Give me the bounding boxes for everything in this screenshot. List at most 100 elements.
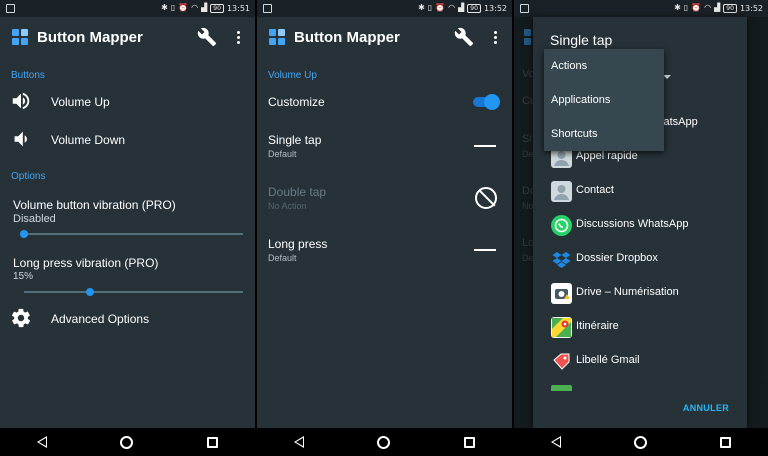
wrench-icon[interactable] xyxy=(197,27,217,47)
gear-icon xyxy=(11,308,31,328)
notification-icon xyxy=(263,4,272,13)
menu-item-actions[interactable]: Actions xyxy=(551,60,587,72)
gmail-label-icon xyxy=(551,351,572,372)
customize-label: Customize xyxy=(268,95,325,109)
app-item-drive-numerisation[interactable]: Drive – Numérisation xyxy=(551,279,741,307)
battery-icon: 90 xyxy=(467,3,481,13)
volume-up-label: Volume Up xyxy=(51,95,110,109)
app-name: Dossier Dropbox xyxy=(576,252,658,264)
menu-item-shortcuts[interactable]: Shortcuts xyxy=(551,128,597,140)
volume-up-row[interactable]: Volume Up xyxy=(0,90,255,114)
section-options-header: Options xyxy=(11,171,46,182)
app-logo-icon xyxy=(269,29,285,45)
customize-toggle[interactable] xyxy=(473,94,500,110)
app-title: Button Mapper xyxy=(294,29,400,46)
vibration-slider[interactable] xyxy=(20,230,243,238)
double-tap-row[interactable]: Double tap No Action xyxy=(257,180,512,216)
cancel-button[interactable]: ANNULER xyxy=(683,403,729,413)
single-tap-label: Single tap xyxy=(268,133,322,147)
status-bar: ✱ ▯ ⏰ ◠ ▟ 90 13:52 xyxy=(257,0,512,17)
volume-down-icon xyxy=(14,131,27,147)
vibration-value: Disabled xyxy=(13,213,56,225)
clock: 13:52 xyxy=(739,3,763,13)
drive-scan-icon xyxy=(551,283,572,304)
app-name: Appel rapide xyxy=(576,150,638,162)
alarm-icon: ⏰ xyxy=(178,3,189,12)
longpress-slider-thumb[interactable] xyxy=(85,288,94,296)
volume-down-row[interactable]: Volume Down xyxy=(0,128,255,152)
bluetooth-icon: ✱ xyxy=(161,3,168,12)
app-item-dossier-dropbox[interactable]: Dossier Dropbox xyxy=(551,245,741,273)
back-icon[interactable] xyxy=(550,436,561,448)
vibration-slider-thumb[interactable] xyxy=(20,230,28,238)
home-icon[interactable] xyxy=(377,435,391,449)
app-name: Itinéraire xyxy=(576,320,619,332)
vibrate-icon: ▯ xyxy=(170,3,176,12)
dialog-title: Single tap xyxy=(550,32,613,48)
dash-icon xyxy=(474,249,496,251)
notification-icon xyxy=(6,4,15,13)
dropbox-icon xyxy=(551,249,572,270)
back-icon[interactable] xyxy=(36,436,47,448)
bluetooth-icon: ✱ xyxy=(418,3,425,12)
wifi-icon: ◠ xyxy=(448,3,456,12)
overflow-menu-icon[interactable] xyxy=(233,27,243,47)
app-title: Button Mapper xyxy=(37,29,143,46)
app-name: Discussions WhatsApp xyxy=(576,218,689,230)
longpress-vibration-value: 15% xyxy=(13,271,34,282)
app-name: Libellé Gmail xyxy=(576,354,640,366)
recents-icon[interactable] xyxy=(464,436,476,448)
section-buttons-header: Buttons xyxy=(11,70,45,81)
toolbar: Button Mapper xyxy=(0,17,255,59)
toolbar: Button Mapper xyxy=(257,17,512,59)
dash-icon xyxy=(474,145,496,147)
battery-icon: 90 xyxy=(210,3,224,13)
app-logo-icon xyxy=(12,29,28,45)
home-icon[interactable] xyxy=(120,435,134,449)
nav-bar xyxy=(0,428,255,456)
advanced-options-label: Advanced Options xyxy=(51,312,150,326)
nav-bar xyxy=(257,428,512,456)
wrench-icon[interactable] xyxy=(454,27,474,47)
signal-icon: ▟ xyxy=(458,3,465,12)
double-tap-label: Double tap xyxy=(268,185,327,199)
vibrate-icon: ▯ xyxy=(427,3,433,12)
advanced-options-row[interactable]: Advanced Options xyxy=(0,307,255,331)
section-volume-up-header: Volume Up xyxy=(268,70,317,81)
whatsapp-icon xyxy=(551,215,572,236)
app-item-discussions-whatsapp[interactable]: Discussions WhatsApp xyxy=(551,211,741,239)
customize-row[interactable]: Customize xyxy=(257,90,512,114)
app-name: Contact xyxy=(576,184,614,196)
overflow-menu-icon[interactable] xyxy=(490,27,500,47)
status-bar: ✱ ▯ ⏰ ◠ ▟ 90 13:51 xyxy=(0,0,255,17)
clock: 13:51 xyxy=(226,3,250,13)
signal-icon: ▟ xyxy=(201,3,208,12)
dropdown-arrow-icon[interactable] xyxy=(663,75,671,79)
menu-item-applications[interactable]: Applications xyxy=(551,94,610,106)
recents-icon[interactable] xyxy=(720,436,732,448)
back-icon[interactable] xyxy=(293,436,304,448)
long-press-row[interactable]: Long press Default xyxy=(257,232,512,268)
alarm-icon: ⏰ xyxy=(691,3,702,12)
longpress-vibration-slider[interactable] xyxy=(24,288,243,296)
notification-icon xyxy=(520,4,529,13)
wifi-icon: ◠ xyxy=(704,3,712,12)
home-icon[interactable] xyxy=(633,435,647,449)
partial-app-icon xyxy=(551,385,572,391)
app-item-contact[interactable]: Contact xyxy=(551,177,741,205)
wifi-icon: ◠ xyxy=(191,3,199,12)
volume-up-icon xyxy=(12,92,30,110)
contact-icon xyxy=(551,181,572,202)
single-tap-row[interactable]: Single tap Default xyxy=(257,128,512,164)
app-name: Drive – Numérisation xyxy=(576,286,679,298)
recents-icon[interactable] xyxy=(207,436,219,448)
clock: 13:52 xyxy=(483,3,507,13)
double-tap-value: No Action xyxy=(268,201,307,211)
status-bar: ✱ ▯ ⏰ ◠ ▟ 90 13:52 xyxy=(514,0,768,17)
vibration-title: Volume button vibration (PRO) xyxy=(13,198,176,212)
signal-icon: ▟ xyxy=(714,3,721,12)
app-item-libelle-gmail[interactable]: Libellé Gmail xyxy=(551,347,741,375)
screen-button-mapper-home: ✱ ▯ ⏰ ◠ ▟ 90 13:51 Button Mapper Buttons… xyxy=(0,0,255,456)
no-action-icon xyxy=(475,187,497,209)
app-item-itineraire[interactable]: Itinéraire xyxy=(551,313,741,341)
